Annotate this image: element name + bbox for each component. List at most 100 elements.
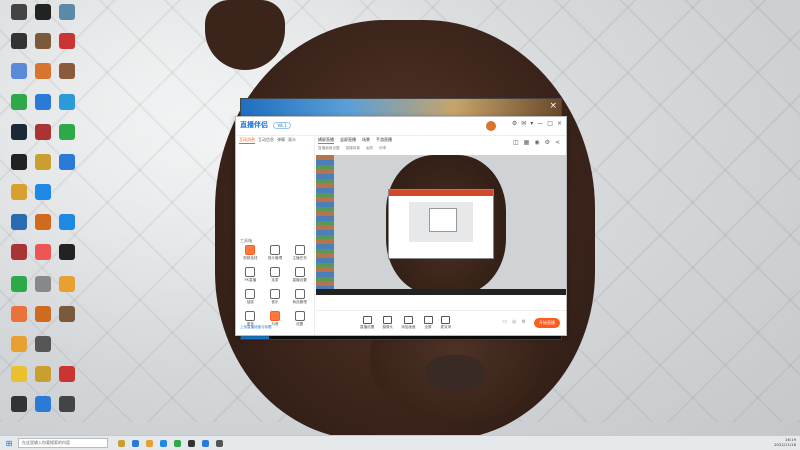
room-subtabs: 直播画面设置 直播场景 画质 码率 xyxy=(316,146,566,151)
subtab-bitrate[interactable]: 码率 xyxy=(379,146,386,151)
settings-icon[interactable]: ⚙ xyxy=(545,139,550,146)
tool-settings[interactable]: 设置 xyxy=(287,311,312,327)
toolbox-grid: 视频连线 观众管理 主播任务 PK直播 连麦 直播设置 抽奖 音乐 商品管理 更… xyxy=(238,245,312,327)
tab-portrait[interactable]: 竖屏直播 xyxy=(340,137,356,144)
desktop-icon[interactable] xyxy=(26,184,60,218)
tool-audience-manage[interactable]: 观众管理 xyxy=(263,245,288,261)
desktop-icon[interactable] xyxy=(50,244,84,278)
system-tray[interactable]: 16:19 2022/11/16 xyxy=(774,437,796,447)
tool-icon xyxy=(245,289,256,299)
nested-card xyxy=(429,208,457,232)
tab-landscape[interactable]: 横屏直播 xyxy=(318,137,334,144)
subtab-screen-settings[interactable]: 直播画面设置 xyxy=(318,146,340,151)
app-icon[interactable] xyxy=(160,439,167,447)
camera-button[interactable]: 摄像头 xyxy=(382,316,393,330)
bottom-toolbar: 直播设置 摄像头 添加画面 全屏 麦克风 ▭ ◎ ⚙ 开始直播 xyxy=(316,310,566,335)
toolbox-header: 工具箱 xyxy=(240,238,252,243)
tool-video-link[interactable]: 视频连线 xyxy=(238,245,263,261)
desktop-icon[interactable] xyxy=(50,124,84,158)
app-icon[interactable] xyxy=(174,439,181,447)
desktop-icon[interactable] xyxy=(50,154,84,188)
microphone-button[interactable]: 麦克风 xyxy=(441,316,451,330)
app-icon[interactable] xyxy=(216,439,223,447)
desktop-icon[interactable] xyxy=(50,396,84,430)
preview-taskbar xyxy=(316,289,566,295)
tool-icon xyxy=(269,245,280,255)
desktop-icon[interactable] xyxy=(50,366,84,400)
window-titlebar: 直播伴侣 V8.1 ⚙ ✉ ▾ — □ × xyxy=(236,117,566,136)
tool-icon xyxy=(269,289,280,299)
live-preview[interactable] xyxy=(316,155,566,295)
tab-mobile-game[interactable]: 手游直播 xyxy=(376,137,392,144)
dropdown-icon[interactable]: ▾ xyxy=(530,120,533,127)
version-badge: V8.1 xyxy=(273,122,291,129)
avatar[interactable] xyxy=(486,121,496,131)
app-icon[interactable] xyxy=(202,439,209,447)
tool-mic-link[interactable]: 连麦 xyxy=(263,267,288,283)
tool-icon xyxy=(269,267,280,277)
desktop-icon[interactable] xyxy=(50,306,84,340)
desktop-icon[interactable] xyxy=(50,33,84,67)
tab-scene[interactable]: 场景 xyxy=(362,137,370,144)
tool-icon xyxy=(269,311,280,321)
tab-info[interactable]: 互动信息 xyxy=(258,137,274,144)
desktop-icons xyxy=(0,0,80,420)
preview-desktop-icons xyxy=(316,155,334,295)
left-tabs: 互动消息 互动信息 弹幕 观众 xyxy=(236,135,314,146)
start-live-button[interactable]: 开始直播 xyxy=(534,318,560,328)
desktop-icon[interactable] xyxy=(26,336,60,370)
share-icon[interactable]: ⋖ xyxy=(555,139,560,146)
subtab-scene[interactable]: 直播场景 xyxy=(346,146,360,151)
add-source-button[interactable]: 添加画面 xyxy=(401,316,416,330)
cover-upload-link[interactable]: 上传直播封面与标题 xyxy=(240,325,272,330)
grid-icon[interactable]: ▦ xyxy=(524,139,530,146)
tool-icon xyxy=(294,245,305,255)
tab-danmaku[interactable]: 弹幕 xyxy=(277,137,285,144)
tool-pk[interactable]: PK直播 xyxy=(238,267,263,283)
maximize-button[interactable]: □ xyxy=(547,120,553,127)
taskbar: ⊞ 在这里输入你要搜索的内容 16:19 2022/11/16 xyxy=(0,435,800,450)
gear-icon[interactable]: ⚙ xyxy=(522,319,526,325)
tab-messages[interactable]: 互动消息 xyxy=(239,137,255,144)
video-icon[interactable]: ▭ xyxy=(502,319,507,325)
fullscreen-icon xyxy=(423,316,433,324)
microphone-icon xyxy=(441,316,451,324)
camera-icon xyxy=(383,316,393,324)
tool-lottery[interactable]: 抽奖 xyxy=(238,289,263,305)
close-icon[interactable]: × xyxy=(549,101,557,111)
camera-icon[interactable]: ◫ xyxy=(513,139,519,146)
close-button[interactable]: × xyxy=(557,120,562,127)
settings-icon[interactable]: ⚙ xyxy=(512,120,517,127)
eye-icon[interactable]: ◎ xyxy=(512,319,516,325)
minimize-button[interactable]: — xyxy=(537,120,543,127)
tool-icon xyxy=(294,289,305,299)
taskbar-search[interactable]: 在这里输入你要搜索的内容 xyxy=(18,438,108,448)
desktop-icon[interactable] xyxy=(50,63,84,97)
app-icon[interactable] xyxy=(188,439,195,447)
app-icon[interactable] xyxy=(118,439,125,447)
tool-tasks[interactable]: 主播任务 xyxy=(287,245,312,261)
streaming-app-window[interactable]: 直播伴侣 V8.1 ⚙ ✉ ▾ — □ × 互动消息 互动信息 弹幕 观众 工具… xyxy=(235,116,567,336)
app-logo-text: 直播伴侣 xyxy=(240,121,268,129)
live-settings-button[interactable]: 直播设置 xyxy=(360,316,374,330)
start-button[interactable]: ⊞ xyxy=(0,439,18,448)
fullscreen-button[interactable]: 全屏 xyxy=(423,316,433,330)
mic-icon[interactable]: ◉ xyxy=(534,139,539,146)
app-icon[interactable] xyxy=(146,439,153,447)
tool-live-settings[interactable]: 直播设置 xyxy=(287,267,312,283)
desktop-icon[interactable] xyxy=(50,214,84,248)
message-icon[interactable]: ✉ xyxy=(521,120,526,127)
app-icon[interactable] xyxy=(132,439,139,447)
monitor-icon xyxy=(362,316,372,324)
tool-icon xyxy=(245,267,256,277)
tool-icon xyxy=(294,267,305,277)
tab-audience[interactable]: 观众 xyxy=(288,137,296,144)
tool-products[interactable]: 商品管理 xyxy=(287,289,312,305)
tool-icon xyxy=(294,311,305,321)
desktop-icon[interactable] xyxy=(50,276,84,310)
nested-titlebar xyxy=(389,190,493,196)
nested-preview-window xyxy=(388,189,494,259)
tool-music[interactable]: 音乐 xyxy=(263,289,288,305)
desktop-icon[interactable] xyxy=(50,94,84,128)
subtab-quality[interactable]: 画质 xyxy=(366,146,373,151)
